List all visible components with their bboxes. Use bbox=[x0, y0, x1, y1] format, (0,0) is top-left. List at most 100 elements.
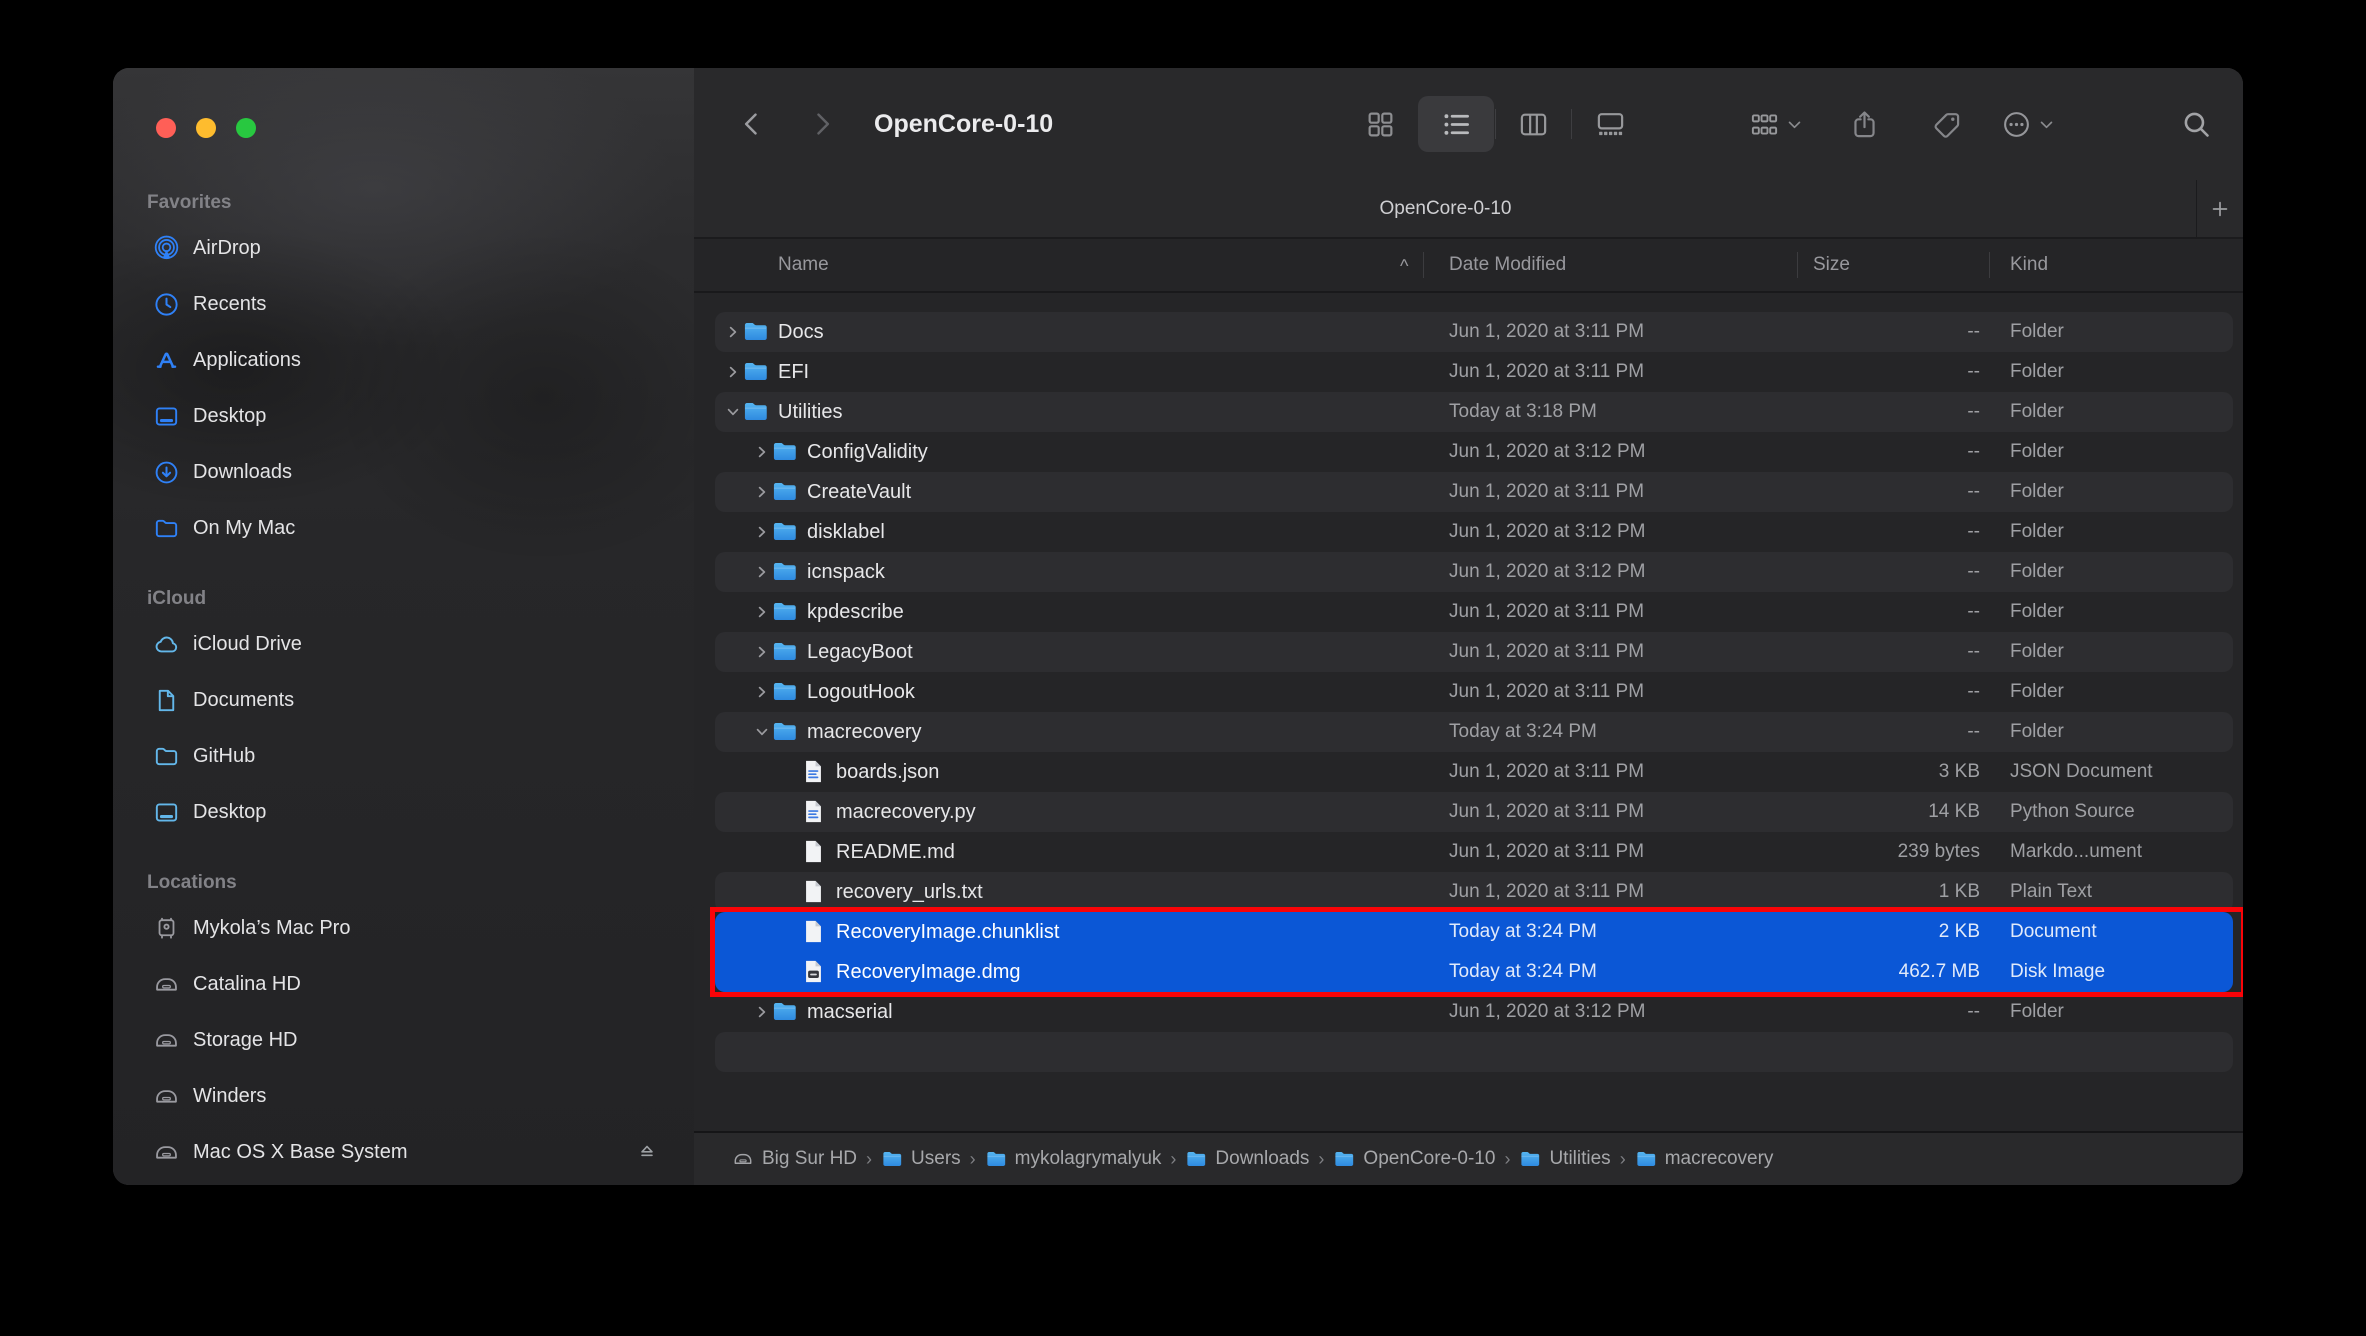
breadcrumb-mykolagrymalyuk[interactable]: mykolagrymalyuk bbox=[985, 1148, 1162, 1170]
forward-button[interactable] bbox=[800, 96, 844, 152]
file-kind: Folder bbox=[2010, 472, 2064, 512]
more-actions-button[interactable] bbox=[1982, 96, 2074, 152]
file-size: -- bbox=[1860, 432, 1980, 472]
file-row-efi[interactable]: EFIJun 1, 2020 at 3:11 PM--Folder bbox=[715, 352, 2233, 392]
sidebar-item-downloads[interactable]: Downloads bbox=[113, 444, 694, 500]
minimize-button[interactable] bbox=[196, 118, 216, 138]
close-button[interactable] bbox=[156, 118, 176, 138]
breadcrumb-users[interactable]: Users bbox=[881, 1148, 961, 1170]
breadcrumb-big-sur-hd[interactable]: Big Sur HD bbox=[732, 1148, 857, 1170]
file-name: Docs bbox=[778, 312, 824, 352]
breadcrumb-macrecovery[interactable]: macrecovery bbox=[1635, 1148, 1774, 1170]
tab-opencore[interactable]: OpenCore-0-10 bbox=[694, 180, 2197, 237]
file-size: 3 KB bbox=[1860, 752, 1980, 792]
disclosure-right-icon[interactable] bbox=[755, 525, 769, 539]
back-button[interactable] bbox=[730, 96, 774, 152]
file-row-macrecovery[interactable]: macrecoveryToday at 3:24 PM--Folder bbox=[715, 712, 2233, 752]
sidebar-item-storage-hd[interactable]: Storage HD bbox=[113, 1012, 694, 1068]
file-size: -- bbox=[1860, 512, 1980, 552]
share-button[interactable] bbox=[1836, 96, 1892, 152]
disclosure-right-icon[interactable] bbox=[755, 645, 769, 659]
zoom-button[interactable] bbox=[236, 118, 256, 138]
chevron-icon bbox=[755, 485, 769, 499]
column-header-kind[interactable]: Kind bbox=[2010, 239, 2048, 291]
sidebar-item-label: Recents bbox=[193, 293, 266, 316]
column-divider[interactable] bbox=[1423, 252, 1424, 278]
file-row-macrecovery-py[interactable]: macrecovery.pyJun 1, 2020 at 3:11 PM14 K… bbox=[715, 792, 2233, 832]
hdd-icon bbox=[153, 1027, 180, 1054]
file-row-recoveryimage-dmg[interactable]: RecoveryImage.dmgToday at 3:24 PM462.7 M… bbox=[715, 952, 2233, 992]
folder-o-icon bbox=[153, 515, 180, 542]
file-row-boards-json[interactable]: boards.jsonJun 1, 2020 at 3:11 PM3 KBJSO… bbox=[715, 752, 2233, 792]
file-row-docs[interactable]: DocsJun 1, 2020 at 3:11 PM--Folder bbox=[715, 312, 2233, 352]
view-list-button[interactable] bbox=[1418, 96, 1494, 152]
breadcrumb-utilities[interactable]: Utilities bbox=[1519, 1148, 1610, 1170]
file-row-logouthook[interactable]: LogoutHookJun 1, 2020 at 3:11 PM--Folder bbox=[715, 672, 2233, 712]
sidebar-item-catalina-hd[interactable]: Catalina HD bbox=[113, 956, 694, 1012]
sidebar-item-winders[interactable]: Winders bbox=[113, 1068, 694, 1124]
sidebar-item-applications[interactable]: Applications bbox=[113, 332, 694, 388]
disclosure-right-icon[interactable] bbox=[755, 565, 769, 579]
file-name: macserial bbox=[807, 992, 893, 1032]
breadcrumb-opencore-0-10[interactable]: OpenCore-0-10 bbox=[1333, 1148, 1495, 1170]
sidebar-item-mykola-s-mac-pro[interactable]: Mykola’s Mac Pro bbox=[113, 900, 694, 956]
file-name: LogoutHook bbox=[807, 672, 915, 712]
tag-icon bbox=[1932, 109, 1963, 140]
chevron-down-icon bbox=[2038, 116, 2055, 133]
column-divider[interactable] bbox=[1797, 252, 1798, 278]
column-header-size[interactable]: Size bbox=[1813, 239, 1850, 291]
file-size: -- bbox=[1860, 672, 1980, 712]
sidebar-item-icloud-drive[interactable]: iCloud Drive bbox=[113, 616, 694, 672]
tag-button[interactable] bbox=[1919, 96, 1975, 152]
file-name: EFI bbox=[778, 352, 809, 392]
file-row-recovery-urls-txt[interactable]: recovery_urls.txtJun 1, 2020 at 3:11 PM1… bbox=[715, 872, 2233, 912]
file-kind: Plain Text bbox=[2010, 872, 2092, 912]
view-gallery-button[interactable] bbox=[1572, 96, 1648, 152]
file-row-readme-md[interactable]: README.mdJun 1, 2020 at 3:11 PM239 bytes… bbox=[715, 832, 2233, 872]
sidebar-item-airdrop[interactable]: AirDrop bbox=[113, 220, 694, 276]
file-row-utilities[interactable]: UtilitiesToday at 3:18 PM--Folder bbox=[715, 392, 2233, 432]
file-size: -- bbox=[1860, 352, 1980, 392]
date-modified: Today at 3:24 PM bbox=[1449, 952, 1597, 992]
disclosure-right-icon[interactable] bbox=[755, 1005, 769, 1019]
sidebar-item-github[interactable]: GitHub bbox=[113, 728, 694, 784]
sidebar-item-desktop[interactable]: Desktop bbox=[113, 784, 694, 840]
disclosure-right-icon[interactable] bbox=[755, 445, 769, 459]
disclosure-right-icon[interactable] bbox=[755, 605, 769, 619]
disclosure-right-icon[interactable] bbox=[755, 485, 769, 499]
file-row-createvault[interactable]: CreateVaultJun 1, 2020 at 3:11 PM--Folde… bbox=[715, 472, 2233, 512]
group-button[interactable] bbox=[1734, 96, 1818, 152]
sidebar-item-recents[interactable]: Recents bbox=[113, 276, 694, 332]
column-header-name[interactable]: Name bbox=[778, 239, 829, 291]
folder-icon bbox=[881, 1148, 903, 1170]
disclosure-right-icon[interactable] bbox=[726, 365, 740, 379]
disclosure-right-icon[interactable] bbox=[726, 325, 740, 339]
file-row-recoveryimage-chunklist[interactable]: RecoveryImage.chunklistToday at 3:24 PM2… bbox=[715, 912, 2233, 952]
file-row-disklabel[interactable]: disklabelJun 1, 2020 at 3:12 PM--Folder bbox=[715, 512, 2233, 552]
sidebar-item-desktop[interactable]: Desktop bbox=[113, 388, 694, 444]
file-row-kpdescribe[interactable]: kpdescribeJun 1, 2020 at 3:11 PM--Folder bbox=[715, 592, 2233, 632]
view-columns-button[interactable] bbox=[1496, 96, 1570, 152]
new-tab-button[interactable] bbox=[2196, 180, 2243, 237]
file-name: CreateVault bbox=[807, 472, 911, 512]
search-button[interactable] bbox=[2168, 96, 2224, 152]
disclosure-down-icon[interactable] bbox=[755, 725, 769, 739]
eject-icon[interactable] bbox=[636, 1141, 658, 1163]
date-modified: Jun 1, 2020 at 3:12 PM bbox=[1449, 992, 1645, 1032]
disclosure-down-icon[interactable] bbox=[726, 405, 740, 419]
breadcrumb-downloads[interactable]: Downloads bbox=[1185, 1148, 1309, 1170]
view-grid-button[interactable] bbox=[1344, 96, 1416, 152]
disclosure-right-icon[interactable] bbox=[755, 685, 769, 699]
file-kind: Folder bbox=[2010, 592, 2064, 632]
hdd-icon bbox=[153, 1139, 180, 1166]
file-row-legacyboot[interactable]: LegacyBootJun 1, 2020 at 3:11 PM--Folder bbox=[715, 632, 2233, 672]
sidebar-item-documents[interactable]: Documents bbox=[113, 672, 694, 728]
column-divider[interactable] bbox=[1989, 252, 1990, 278]
file-row-configvalidity[interactable]: ConfigValidityJun 1, 2020 at 3:12 PM--Fo… bbox=[715, 432, 2233, 472]
sidebar-item-mac-os-x-base-system[interactable]: Mac OS X Base System bbox=[113, 1124, 694, 1180]
file-row-macserial[interactable]: macserialJun 1, 2020 at 3:12 PM--Folder bbox=[715, 992, 2233, 1032]
sidebar-item-on-my-mac[interactable]: On My Mac bbox=[113, 500, 694, 556]
chevron-icon bbox=[726, 325, 740, 339]
file-row-icnspack[interactable]: icnspackJun 1, 2020 at 3:12 PM--Folder bbox=[715, 552, 2233, 592]
column-header-date-modified[interactable]: Date Modified bbox=[1449, 239, 1566, 291]
